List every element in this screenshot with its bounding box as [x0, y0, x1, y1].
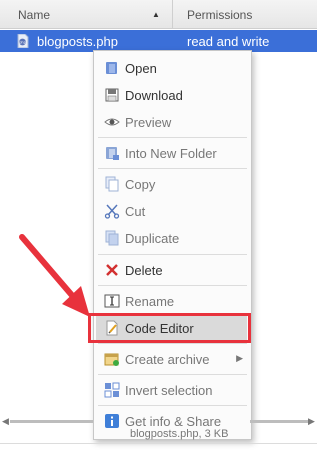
new-folder-icon	[106, 147, 119, 160]
menu-item-label: Delete	[125, 263, 163, 278]
folder-open-icon	[106, 62, 117, 74]
copy-icon	[105, 176, 119, 192]
menu-item-cut[interactable]: Cut	[94, 198, 251, 224]
menu-separator	[98, 285, 247, 286]
menu-item-rename[interactable]: Rename	[94, 288, 251, 314]
menu-item-open[interactable]: Open	[94, 55, 251, 81]
context-menu: Open Download Preview Into New Folder Co…	[93, 50, 252, 440]
menu-item-label: Preview	[125, 115, 172, 130]
file-permissions: read and write	[187, 34, 270, 49]
sort-ascending-icon[interactable]: ▲	[152, 10, 160, 19]
menu-item-create-archive[interactable]: Create archive ▶	[94, 346, 251, 372]
menu-separator	[98, 405, 247, 406]
scroll-right-arrow-icon[interactable]: ▶	[308, 416, 315, 427]
scrollbar-track[interactable]	[10, 420, 93, 423]
menu-item-label: Cut	[125, 204, 146, 219]
rename-icon	[104, 294, 120, 308]
menu-item-copy[interactable]: Copy	[94, 171, 251, 197]
permissions-column-header[interactable]: Permissions	[178, 0, 317, 28]
info-icon	[105, 414, 119, 428]
download-icon	[105, 88, 119, 102]
menu-separator	[98, 343, 247, 344]
menu-item-preview[interactable]: Preview	[94, 109, 251, 135]
name-column-header[interactable]: Name ▲	[0, 0, 173, 28]
submenu-arrow-icon: ▶	[236, 353, 243, 363]
permissions-column-label: Permissions	[187, 8, 253, 22]
scroll-left-arrow-icon[interactable]: ◀	[2, 416, 9, 427]
menu-item-label: Download	[125, 88, 183, 103]
scissors-icon	[104, 204, 120, 219]
duplicate-icon	[105, 230, 119, 246]
menu-item-label: Invert selection	[125, 383, 213, 398]
menu-item-label: Create archive	[125, 352, 210, 367]
menu-item-label: Into New Folder	[125, 146, 217, 161]
annotation-highlight-box	[88, 313, 251, 343]
horizontal-scrollbar[interactable]: ◀	[0, 416, 93, 426]
delete-x-icon	[106, 264, 118, 276]
menu-item-label: Copy	[125, 177, 156, 192]
file-row-selected[interactable]: php blogposts.php read and write	[0, 30, 317, 52]
svg-text:php: php	[19, 41, 25, 45]
php-file-icon: php	[17, 34, 29, 48]
file-name: blogposts.php	[37, 34, 118, 49]
menu-item-duplicate[interactable]: Duplicate	[94, 225, 251, 251]
name-column-label: Name	[18, 8, 51, 22]
menu-item-label: Open	[125, 61, 157, 76]
scrollbar-track-right[interactable]	[250, 420, 312, 423]
menu-item-download[interactable]: Download	[94, 82, 251, 108]
status-bar-text: blogposts.php, 3 KB	[130, 428, 229, 440]
menu-item-delete[interactable]: Delete	[94, 257, 251, 283]
menu-item-label: Rename	[125, 294, 175, 309]
menu-separator	[98, 254, 247, 255]
status-divider	[0, 443, 317, 444]
menu-item-label: Duplicate	[125, 231, 180, 246]
eye-icon	[104, 118, 120, 126]
menu-separator	[98, 374, 247, 375]
menu-separator	[98, 137, 247, 138]
menu-item-into-new-folder[interactable]: Into New Folder	[94, 140, 251, 166]
archive-icon	[104, 353, 119, 366]
menu-item-invert-selection[interactable]: Invert selection	[94, 377, 251, 403]
menu-separator	[98, 168, 247, 169]
invert-selection-icon	[104, 382, 120, 398]
menu-item-label: Get info & Share	[125, 414, 222, 429]
column-header: Name ▲ Permissions	[0, 0, 317, 29]
